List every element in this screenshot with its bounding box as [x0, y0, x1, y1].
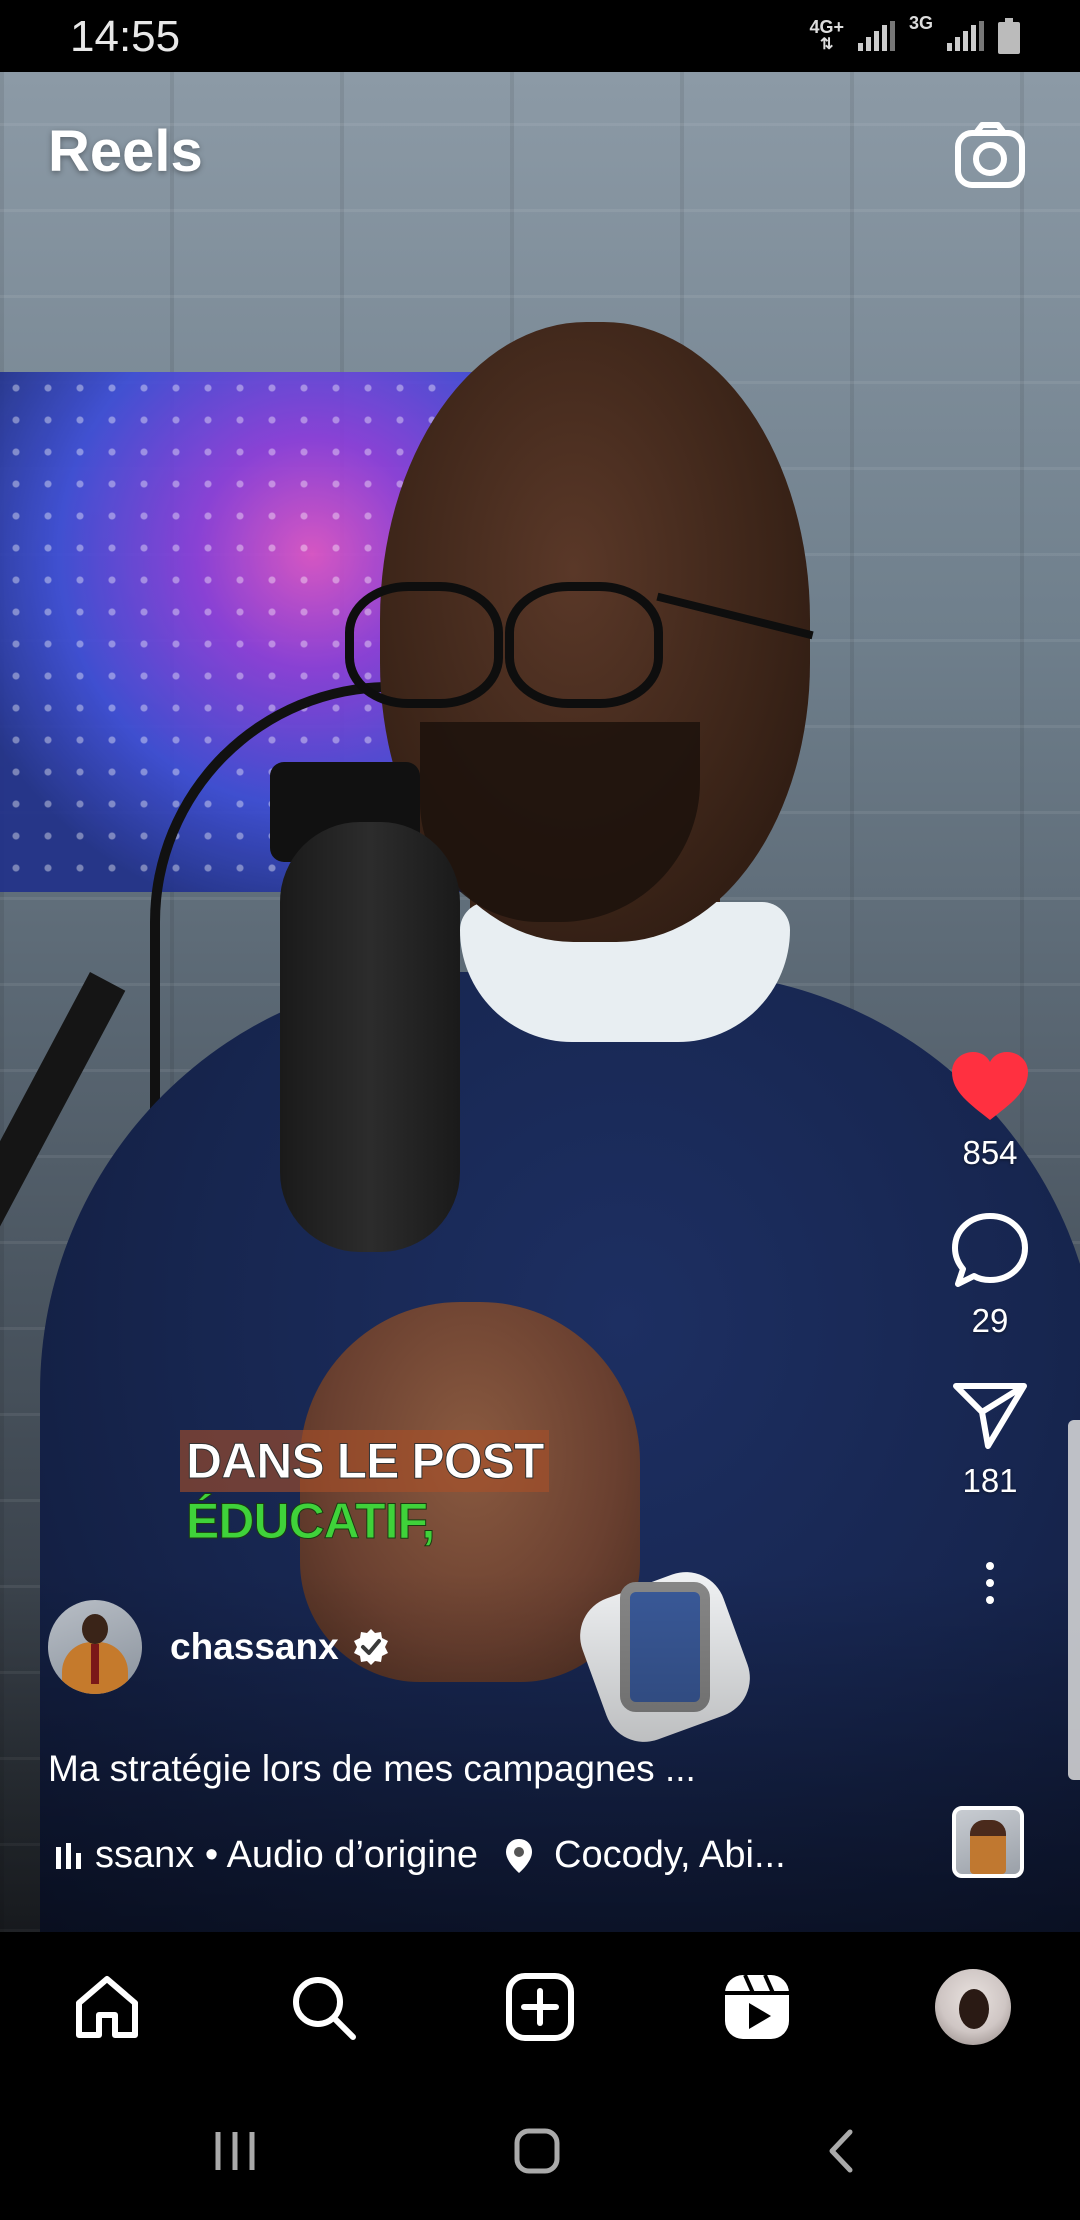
create-icon[interactable] [495, 1962, 585, 2052]
comment-icon [952, 1213, 1028, 1287]
audio-info-row[interactable]: ssanx • Audio d’origine Cocody, Abi... [56, 1834, 906, 1877]
send-icon [953, 1383, 1027, 1449]
author-username[interactable]: chassanx [170, 1626, 339, 1668]
system-navigation [0, 2082, 1080, 2220]
network-3g-indicator: 3G [908, 13, 933, 33]
status-icons: 4G+ ⇅ 3G [809, 14, 1020, 58]
reels-icon[interactable] [712, 1962, 802, 2052]
like-button[interactable]: 854 [950, 1050, 1030, 1172]
author-row[interactable]: chassanx [48, 1600, 391, 1694]
status-bar: 14:55 4G+ ⇅ 3G [0, 0, 1080, 72]
video-caption: DANS LE POST ÉDUCATIF, [180, 1430, 580, 1550]
verified-badge-icon [353, 1629, 388, 1665]
home-icon[interactable] [62, 1962, 152, 2052]
signal-icon [857, 21, 895, 51]
more-options-icon[interactable] [986, 1562, 994, 1604]
location-tag[interactable]: Cocody, Abi... [504, 1834, 786, 1877]
audio-bars-icon [56, 1842, 81, 1869]
page-title: Reels [48, 119, 203, 184]
caption-line-2: ÉDUCATIF, [186, 1493, 436, 1550]
like-count: 854 [962, 1134, 1018, 1171]
status-time: 14:55 [70, 12, 181, 61]
comment-button[interactable]: 29 [950, 1210, 1030, 1340]
comment-count: 29 [971, 1302, 1009, 1339]
home-button-icon[interactable] [512, 2126, 562, 2181]
audio-thumbnail[interactable] [952, 1806, 1024, 1878]
signal-icon-2 [947, 21, 984, 51]
caption-line-1: DANS LE POST [180, 1430, 550, 1492]
recent-apps-icon[interactable] [210, 2126, 260, 2181]
profile-avatar[interactable] [928, 1962, 1018, 2052]
location-text[interactable]: Cocody, Abi... [554, 1834, 786, 1877]
share-button[interactable]: 181 [952, 1380, 1028, 1500]
location-pin-icon [506, 1838, 532, 1873]
heart-icon [952, 1052, 1028, 1120]
author-avatar[interactable] [48, 1600, 142, 1694]
share-count: 181 [962, 1462, 1018, 1499]
battery-icon [998, 18, 1020, 54]
camera-icon[interactable] [950, 115, 1030, 195]
audio-name[interactable]: ssanx • Audio d’origine [95, 1834, 478, 1877]
post-description[interactable]: Ma stratégie lors de mes campagnes ... [48, 1748, 696, 1790]
network-4g-indicator: 4G+ ⇅ [809, 17, 844, 53]
scroll-handle[interactable] [1068, 1420, 1080, 1780]
action-column: 854 29 181 [940, 1050, 1040, 1604]
back-icon[interactable] [818, 2126, 868, 2181]
search-icon[interactable] [278, 1962, 368, 2052]
bottom-navigation [0, 1932, 1080, 2082]
